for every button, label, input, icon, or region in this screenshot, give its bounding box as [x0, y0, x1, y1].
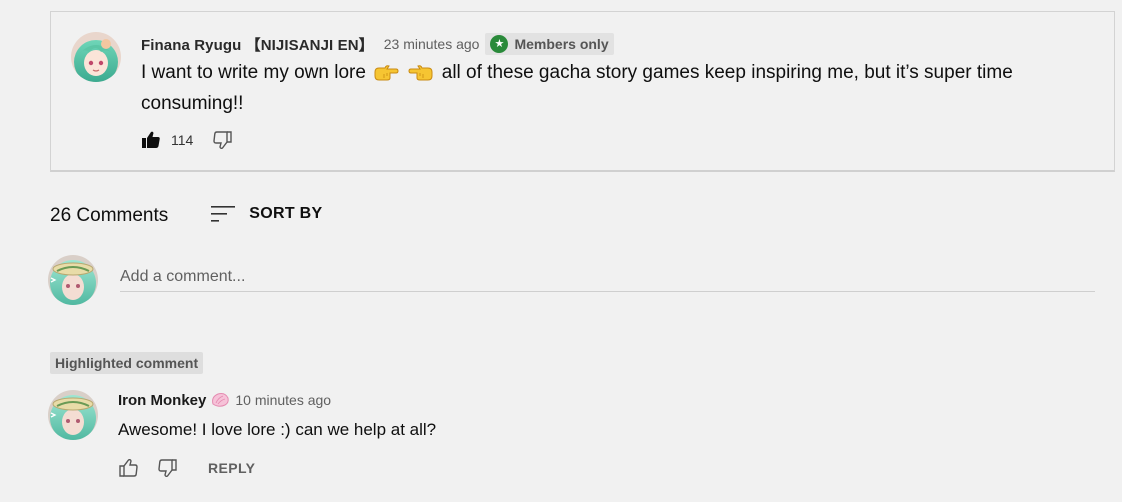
like-button[interactable]	[141, 131, 161, 149]
hand-point-left-emoji	[408, 62, 434, 90]
community-post: Finana Ryugu 【NIJISANJI EN】 23 minutes a…	[50, 11, 1115, 172]
comment-dislike-button[interactable]	[158, 459, 178, 477]
sort-by-label: SORT BY	[249, 205, 323, 222]
post-text-start: I want to write my own lore	[141, 62, 366, 83]
members-only-label: Members only	[514, 36, 609, 52]
hand-point-right-emoji	[373, 62, 399, 90]
post-actions: 114	[141, 129, 233, 151]
comments-header: 26 Comments SORT BY	[50, 202, 323, 230]
comment-count: 26 Comments	[50, 205, 169, 226]
shell-member-icon	[210, 391, 230, 409]
like-count: 114	[171, 132, 194, 148]
comment-text: Awesome! I love lore :) can we help at a…	[118, 420, 437, 439]
comment-like-button[interactable]	[118, 459, 138, 477]
reply-button[interactable]: REPLY	[208, 460, 255, 476]
comment-actions: REPLY	[118, 457, 255, 479]
highlighted-comment-tag: Highlighted comment	[50, 352, 204, 374]
commenter-avatar[interactable]	[48, 390, 98, 440]
thumbs-down-icon	[158, 459, 177, 477]
thumbs-up-filled-icon	[142, 131, 160, 148]
channel-avatar[interactable]	[71, 32, 121, 82]
dislike-button[interactable]	[213, 131, 233, 149]
comment-author-name[interactable]: Iron Monkey	[118, 392, 206, 409]
star-icon: ★	[490, 35, 509, 53]
post-header: Finana Ryugu 【NIJISANJI EN】 23 minutes a…	[141, 33, 614, 55]
sort-icon	[211, 206, 236, 222]
members-only-badge: ★ Members only	[485, 33, 614, 55]
post-author-name[interactable]: Finana Ryugu 【NIJISANJI EN】	[141, 34, 374, 55]
post-timestamp[interactable]: 23 minutes ago	[384, 36, 480, 52]
thumbs-down-icon	[213, 131, 233, 149]
thumbs-up-icon	[119, 459, 138, 477]
add-comment-input[interactable]	[120, 262, 1095, 292]
sort-by-button[interactable]: SORT BY	[210, 203, 322, 225]
user-avatar	[48, 255, 98, 305]
comment-header: Iron Monkey 10 minutes ago	[118, 389, 331, 411]
post-text: I want to write my own lore all of these…	[141, 59, 1041, 118]
comment-timestamp[interactable]: 10 minutes ago	[235, 392, 331, 408]
